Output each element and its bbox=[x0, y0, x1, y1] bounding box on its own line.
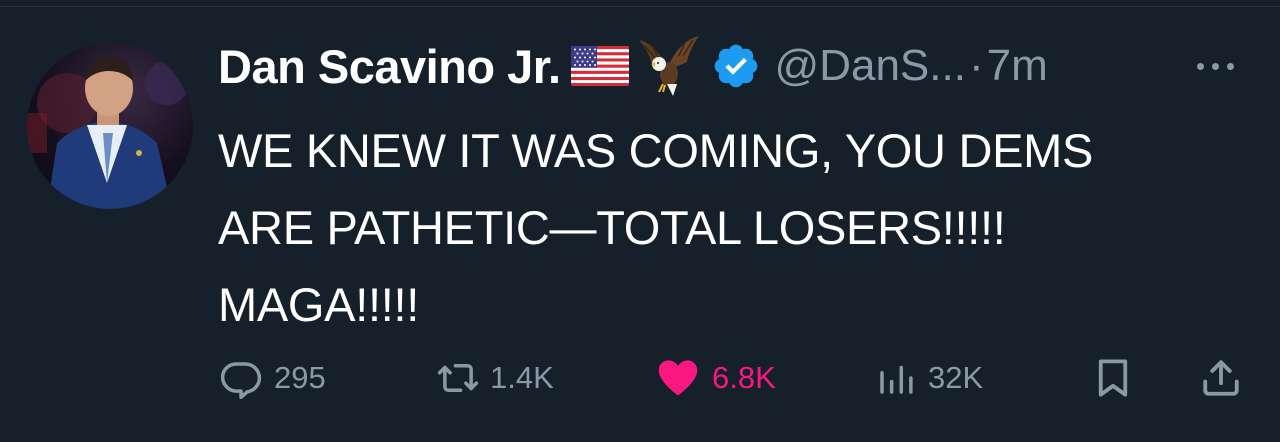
share-icon bbox=[1203, 360, 1239, 396]
share-button[interactable] bbox=[1200, 350, 1242, 406]
repost-count: 1.4K bbox=[490, 360, 554, 395]
separator-dot: · bbox=[968, 41, 984, 90]
heart-filled-icon bbox=[658, 360, 698, 396]
reply-icon bbox=[220, 362, 262, 399]
top-divider bbox=[0, 6, 1280, 7]
action-bar: 295 1.4K 6.8K 32K bbox=[0, 350, 1280, 406]
repost-icon bbox=[437, 364, 479, 392]
views-count: 32K bbox=[928, 360, 984, 395]
handle[interactable]: @DanS... bbox=[775, 41, 966, 91]
tweet-text-line: WE KNEW IT WAS COMING, YOU DEMS bbox=[218, 124, 1094, 177]
repost-button[interactable]: 1.4K bbox=[434, 350, 554, 406]
us-flag-icon bbox=[570, 46, 629, 86]
bookmark-icon bbox=[1098, 359, 1128, 397]
tweet-header: Dan Scavino Jr. @DanS... · 7m bbox=[218, 34, 1048, 98]
timestamp[interactable]: 7m bbox=[987, 41, 1048, 91]
more-icon bbox=[1196, 62, 1204, 70]
verified-badge-icon[interactable] bbox=[711, 41, 761, 91]
like-count: 6.8K bbox=[712, 360, 776, 395]
tweet-text: WE KNEW IT WAS COMING, YOU DEMS ARE PATH… bbox=[218, 112, 1258, 343]
eagle-icon bbox=[637, 34, 701, 98]
reply-count: 295 bbox=[274, 360, 326, 395]
reply-button[interactable]: 295 bbox=[220, 350, 326, 406]
tweet-text-line: ARE PATHETIC—TOTAL LOSERS!!!!! bbox=[218, 201, 1006, 254]
display-name[interactable]: Dan Scavino Jr. bbox=[218, 39, 561, 94]
views-button[interactable]: 32K bbox=[874, 350, 983, 406]
bookmark-button[interactable] bbox=[1092, 350, 1134, 406]
more-options-button[interactable] bbox=[1180, 46, 1250, 86]
like-button[interactable]: 6.8K bbox=[654, 350, 776, 406]
views-icon bbox=[880, 365, 913, 394]
tweet-text-line: MAGA!!!!! bbox=[218, 278, 419, 331]
avatar-image bbox=[27, 57, 189, 209]
avatar[interactable] bbox=[27, 43, 193, 209]
